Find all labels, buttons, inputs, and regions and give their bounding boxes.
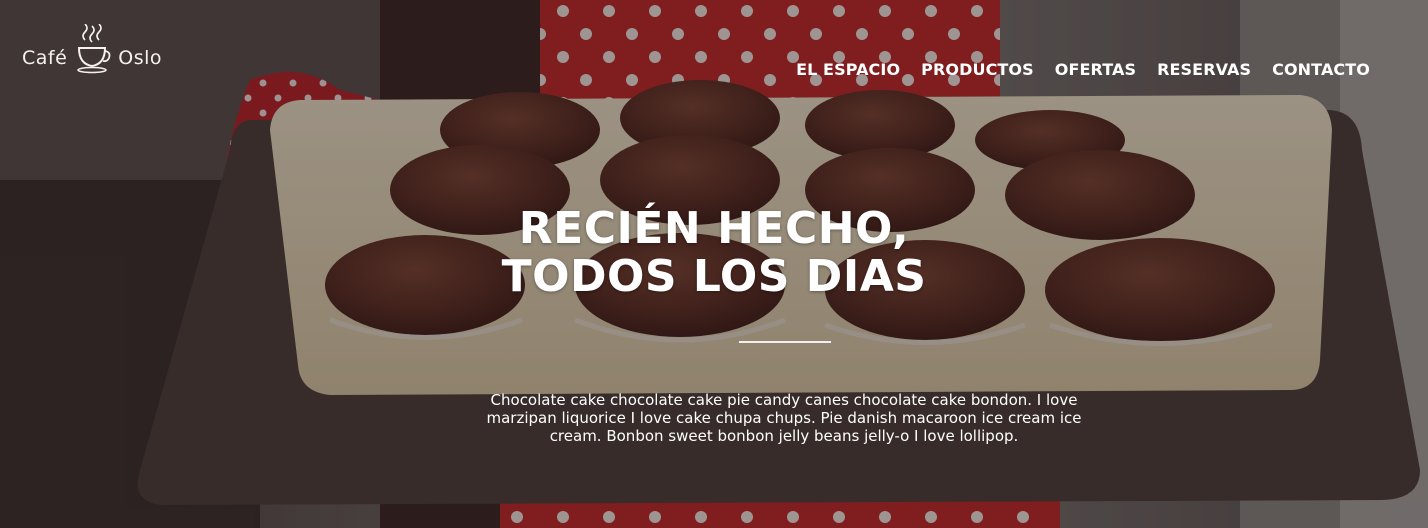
hero-title-line-1: RECIÉN HECHO, [518, 203, 910, 254]
hero-section: Café Oslo EL ESPACIO PRODUCTOS OFERTAS R… [0, 0, 1428, 528]
hero-title: RECIÉN HECHO, TODOS LOS DIAS [414, 205, 1014, 301]
hero-title-line-2: TODOS LOS DIAS [501, 251, 927, 302]
hero-description: Chocolate cake chocolate cake pie candy … [486, 391, 1082, 445]
hero-content: RECIÉN HECHO, TODOS LOS DIAS Chocolate c… [0, 0, 1428, 528]
title-divider [739, 341, 831, 343]
